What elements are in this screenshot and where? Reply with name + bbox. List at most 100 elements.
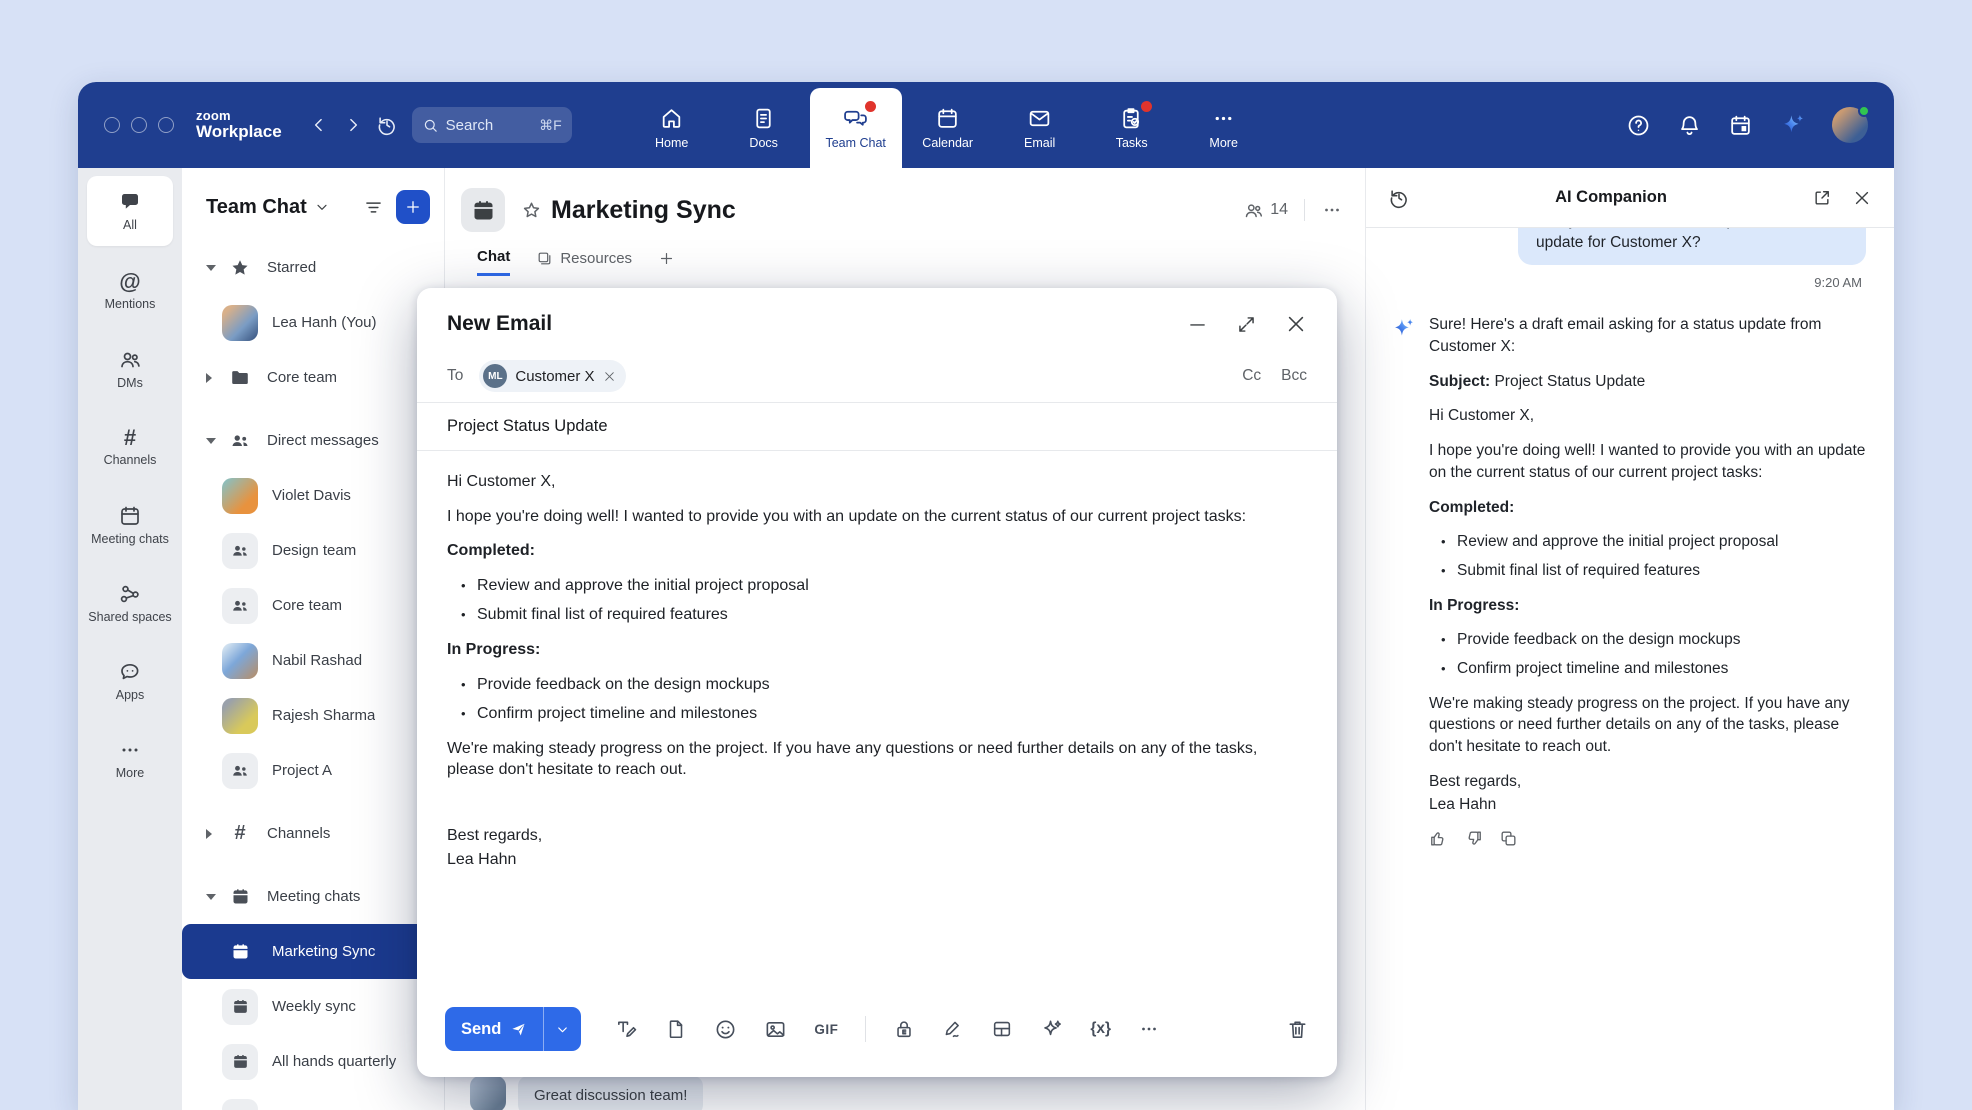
chatlist-section-core-team[interactable]: Core team [182,350,444,405]
user-avatar[interactable] [1832,107,1868,143]
meeting-calendar-icon [222,989,258,1025]
minimize-window-icon[interactable] [131,117,147,133]
thumbs-down-button[interactable] [1464,829,1483,848]
chatlist-item-all-hands[interactable]: All hands quarterly [182,1034,444,1089]
chatlist-item-rajesh-sharma[interactable]: Rajesh Sharma [182,688,444,743]
chevron-down-icon[interactable] [314,199,330,215]
collapse-caret-icon[interactable] [206,438,216,444]
chatlist-section-channels[interactable]: # Channels [182,806,444,861]
schedule-button[interactable] [1728,113,1753,138]
send-button[interactable]: Send [445,1007,543,1051]
tab-home[interactable]: Home [626,88,718,168]
thumbs-up-button[interactable] [1429,829,1448,848]
search-input[interactable]: Search ⌘F [412,107,572,143]
resources-icon [536,250,553,267]
tab-tasks[interactable]: Tasks [1086,88,1178,168]
bcc-button[interactable]: Bcc [1281,367,1307,385]
prompt-timestamp: 9:20 AM [1390,275,1862,290]
search-placeholder: Search [446,117,494,134]
more-icon [1211,106,1236,131]
insert-image-button[interactable] [764,1018,787,1041]
back-button[interactable] [302,108,336,142]
toolbar-more-button[interactable] [1138,1018,1160,1040]
ai-companion-button[interactable] [1779,112,1806,139]
tab-team-chat[interactable]: Team Chat [810,88,902,168]
collapse-caret-icon[interactable] [206,894,216,900]
channel-more-button[interactable] [1321,199,1343,221]
filter-button[interactable] [363,197,384,218]
cc-button[interactable]: Cc [1242,367,1261,385]
email-toolbar: Send GIF {x} [417,1007,1337,1077]
rail-item-all[interactable]: All [87,176,173,246]
close-modal-button[interactable] [1285,313,1307,335]
email-body-editor[interactable]: Hi Customer X, I hope you're doing well!… [417,451,1337,1007]
emoji-button[interactable] [714,1018,737,1041]
topbar: zoom Workplace Search ⌘F Home Docs Team … [78,82,1894,168]
expand-caret-icon[interactable] [206,373,212,383]
notifications-button[interactable] [1677,113,1702,138]
traffic-lights[interactable] [104,117,174,133]
tab-email[interactable]: Email [994,88,1086,168]
rail-item-mentions[interactable]: @ Mentions [78,252,182,330]
rail-item-shared-spaces[interactable]: Shared spaces [78,564,182,642]
expand-modal-button[interactable] [1236,314,1257,335]
signature-button[interactable] [942,1018,964,1040]
add-tab-button[interactable] [658,250,675,275]
tab-more[interactable]: More [1178,88,1270,168]
rail-item-dms[interactable]: DMs [78,330,182,408]
close-ai-panel-button[interactable] [1852,188,1872,208]
chatlist-item-core-team-chat[interactable]: Core team [182,578,444,633]
chatlist-item-design-team[interactable]: Design team [182,523,444,578]
help-button[interactable] [1626,113,1651,138]
tab-chat[interactable]: Chat [477,248,510,276]
chatlist-item-weekly-sync[interactable]: Weekly sync [182,979,444,1034]
chatlist-section-direct-messages[interactable]: Direct messages [182,413,444,468]
variables-button[interactable]: {x} [1090,1020,1111,1038]
chatlist-item-violet-davis[interactable]: Violet Davis [182,468,444,523]
ai-compose-button[interactable] [1040,1018,1063,1041]
history-button[interactable] [370,108,404,142]
tab-docs[interactable]: Docs [718,88,810,168]
rail-item-meeting-chats[interactable]: Meeting chats [78,486,182,564]
open-in-window-icon[interactable] [1812,188,1832,208]
chatlist-item-nabil-rashad[interactable]: Nabil Rashad [182,633,444,688]
hash-icon: # [227,822,253,845]
discard-draft-button[interactable] [1286,1018,1309,1041]
team-chat-badge [865,101,876,112]
format-text-button[interactable] [615,1018,638,1041]
tab-resources[interactable]: Resources [536,250,632,275]
tab-calendar[interactable]: Calendar [902,88,994,168]
chatlist-item-lea-rajesh[interactable]: Lea/Rajesh 1:1 [182,1089,444,1110]
remove-recipient-icon[interactable] [603,370,616,383]
new-chat-button[interactable] [396,190,430,224]
rail-item-channels[interactable]: # Channels [78,408,182,486]
rail-item-apps[interactable]: Apps [78,642,182,720]
avatar [222,643,258,679]
chatlist-item-marketing-sync[interactable]: Marketing Sync [182,924,434,979]
recipient-chip[interactable]: ML Customer X [479,360,625,392]
member-count[interactable]: 14 [1243,200,1288,221]
close-window-icon[interactable] [104,117,120,133]
chatlist-item-lea-hanh[interactable]: Lea Hanh (You) [182,295,444,350]
attach-file-button[interactable] [665,1018,687,1040]
maximize-window-icon[interactable] [158,117,174,133]
logo-line1: zoom [196,109,282,123]
template-button[interactable] [991,1018,1013,1040]
chatlist-item-project-a[interactable]: Project A [182,743,444,798]
expand-caret-icon[interactable] [206,829,212,839]
minimize-modal-button[interactable] [1187,314,1208,335]
recipients-row[interactable]: To ML Customer X Cc Bcc [417,350,1337,403]
subject-field[interactable]: Project Status Update [417,403,1337,451]
encrypt-button[interactable] [893,1018,915,1040]
chatlist-section-meeting-chats[interactable]: Meeting chats [182,869,444,924]
chatlist-section-starred[interactable]: Starred [182,240,444,295]
send-options-button[interactable] [543,1007,581,1051]
ai-history-button[interactable] [1388,187,1410,209]
star-channel-button[interactable] [521,200,542,221]
forward-button[interactable] [336,108,370,142]
logo-line2: Workplace [196,123,282,141]
rail-item-more[interactable]: More [78,720,182,798]
copy-button[interactable] [1499,829,1518,848]
collapse-caret-icon[interactable] [206,265,216,271]
gif-button[interactable]: GIF [814,1022,838,1037]
